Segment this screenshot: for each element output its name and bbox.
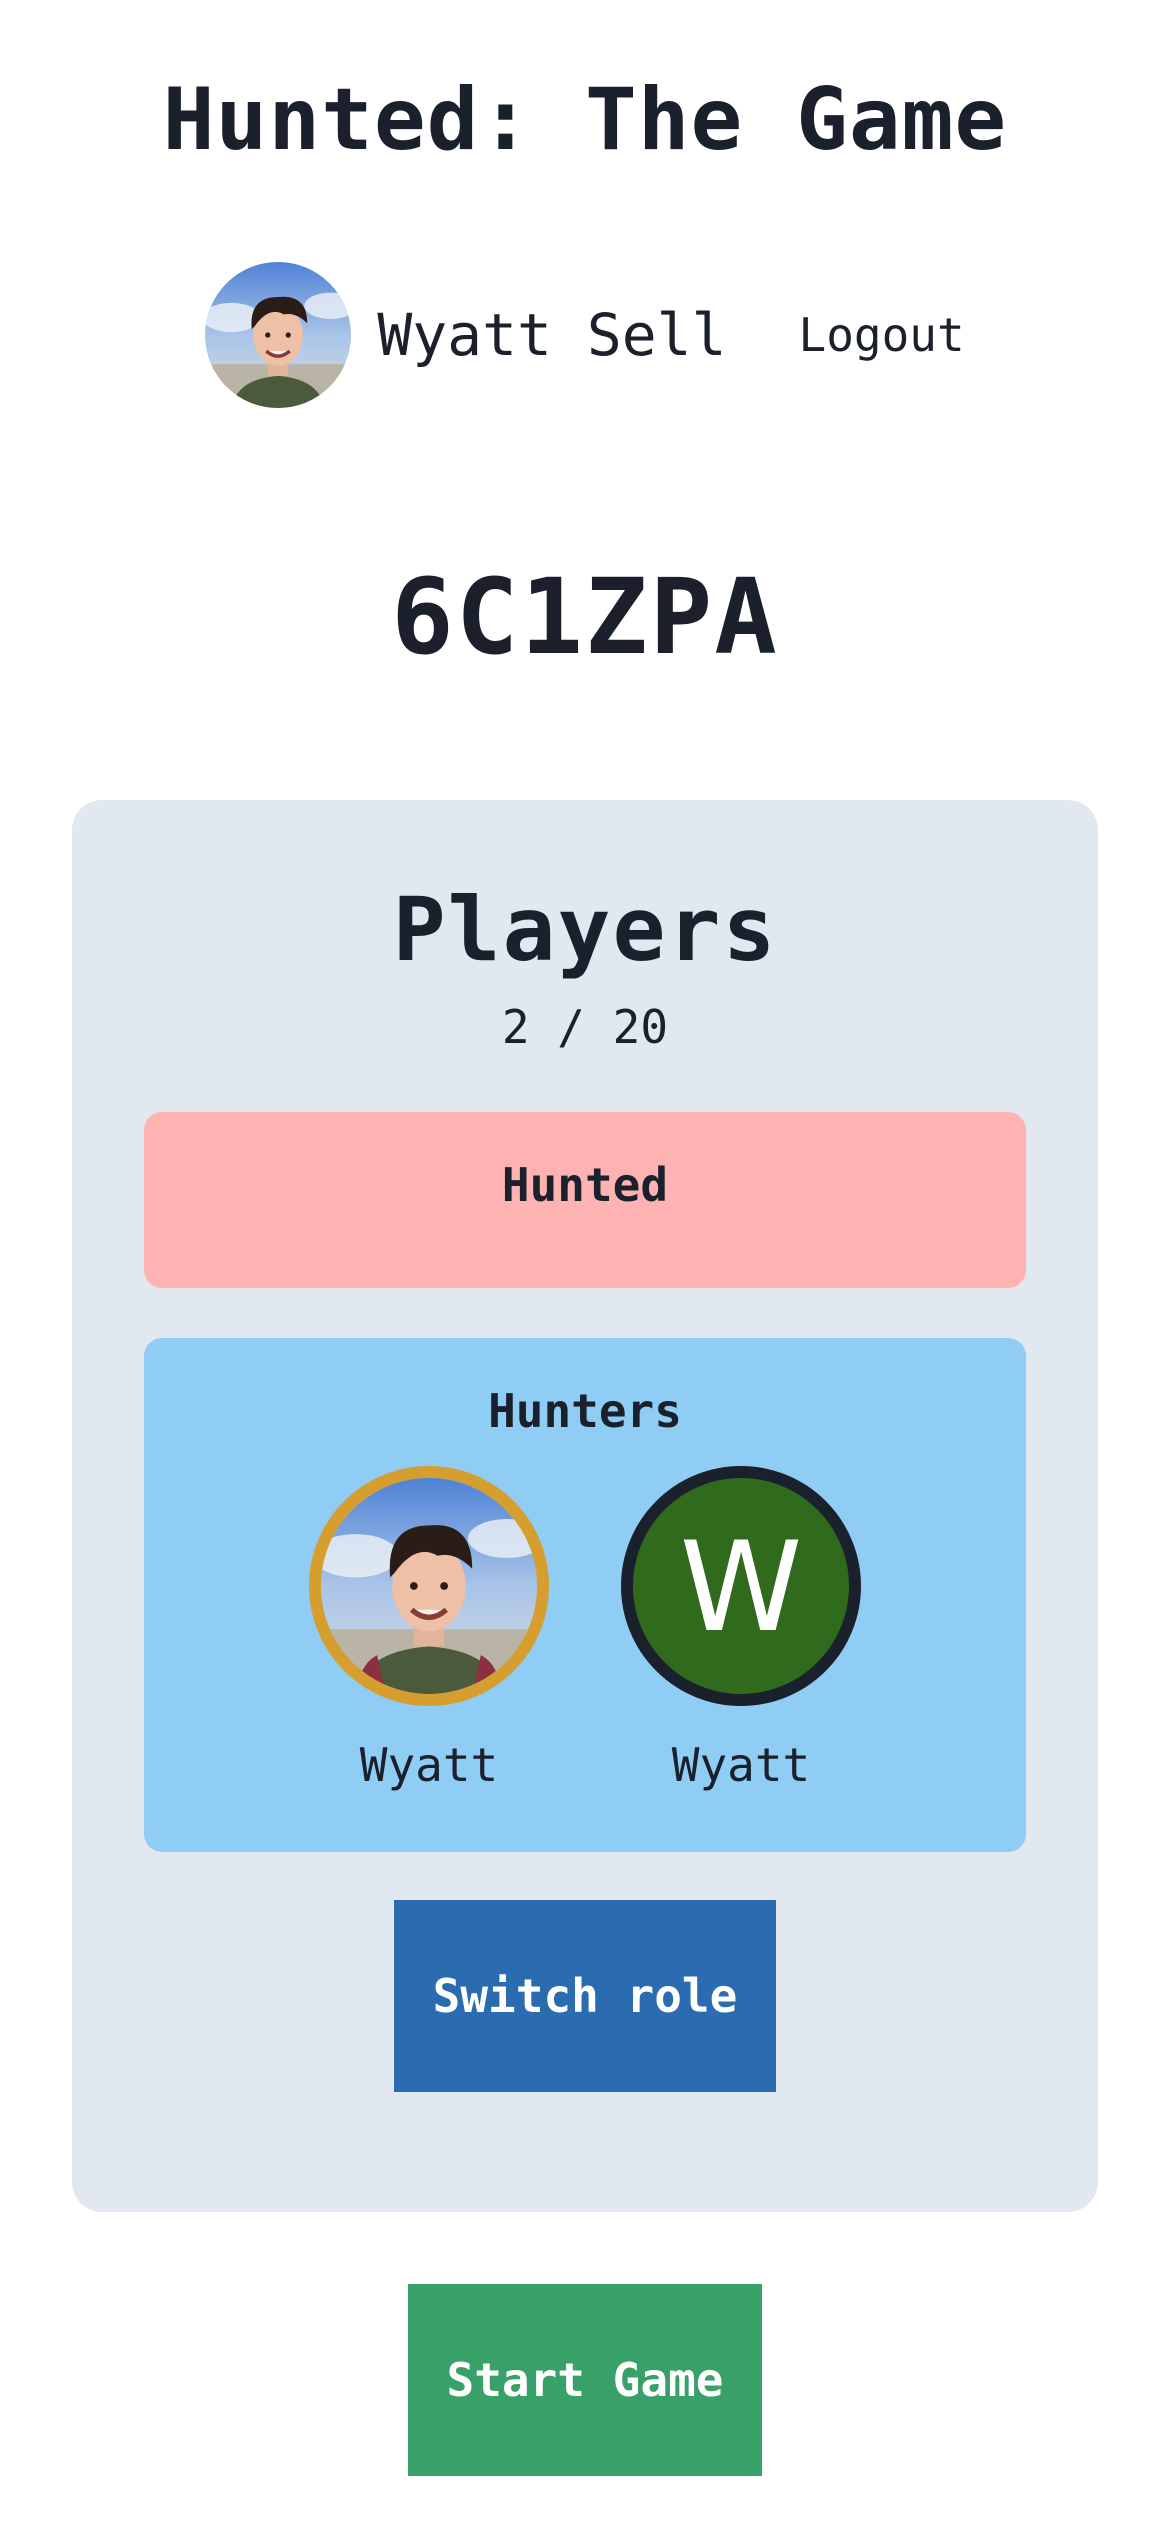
user-avatar — [205, 262, 352, 408]
players-count: 2 / 20 — [501, 1000, 669, 1054]
team-hunted-label: Hunted — [501, 1158, 669, 1212]
player-card: W Wyatt — [621, 1466, 861, 1792]
switch-role-button[interactable]: Switch role — [394, 1900, 776, 2092]
logout-link[interactable]: Logout — [799, 308, 965, 362]
players-card: Players 2 / 20 Hunted Hunters Wyatt W Wy… — [72, 800, 1098, 2212]
player-avatar: W — [621, 1466, 861, 1706]
team-hunters-label: Hunters — [488, 1384, 682, 1438]
player-name: Wyatt — [671, 1738, 811, 1792]
player-initial: W — [679, 1516, 803, 1660]
player-avatar — [309, 1466, 549, 1706]
player-name: Wyatt — [359, 1738, 499, 1792]
user-name: Wyatt Sell — [377, 301, 727, 369]
game-code: 6C1ZPA — [391, 556, 779, 678]
team-hunted: Hunted — [144, 1112, 1026, 1288]
players-heading: Players — [392, 878, 778, 981]
player-card: Wyatt — [309, 1466, 549, 1792]
user-bar: Wyatt Sell Logout — [0, 262, 1170, 408]
page-title: Hunted: The Game — [162, 70, 1008, 170]
start-game-button[interactable]: Start Game — [408, 2284, 762, 2476]
team-hunters: Hunters Wyatt W Wyatt — [144, 1338, 1026, 1852]
